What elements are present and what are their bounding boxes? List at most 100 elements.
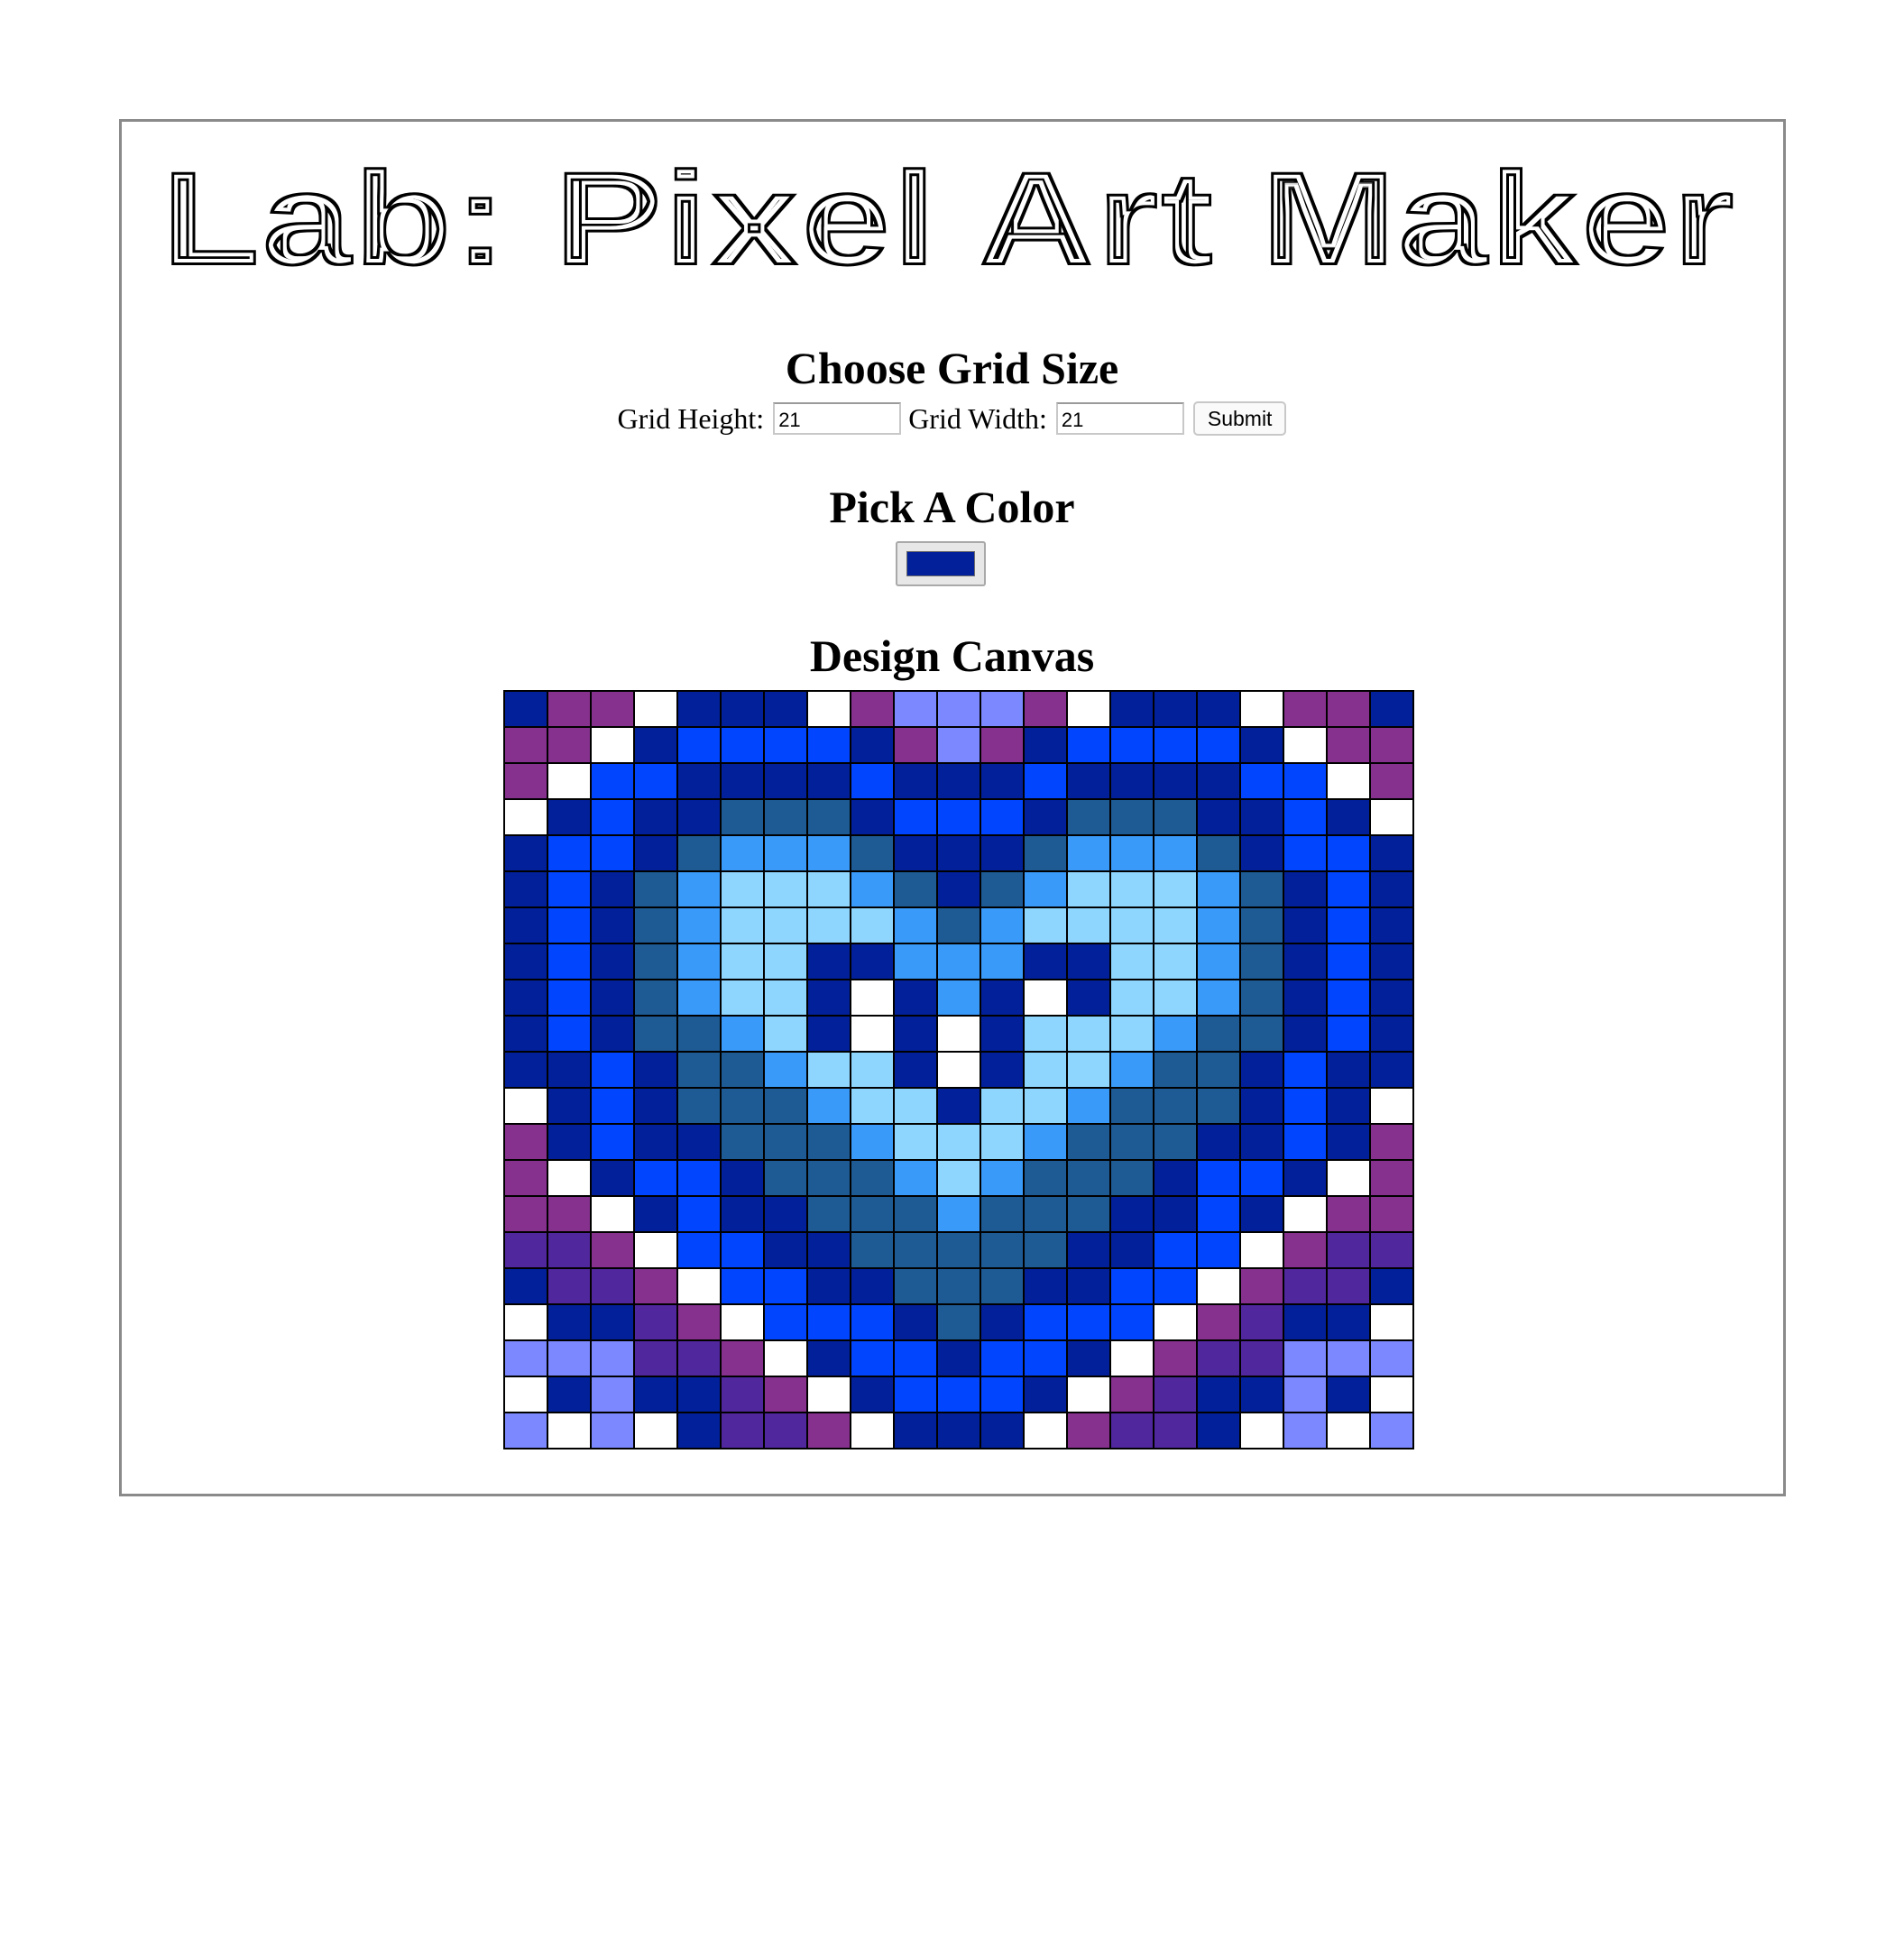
grid-cell[interactable] <box>1326 1376 1371 1413</box>
grid-cell[interactable] <box>763 979 808 1017</box>
grid-cell[interactable] <box>720 1231 765 1269</box>
grid-cell[interactable] <box>503 870 548 908</box>
grid-cell[interactable] <box>503 1231 548 1269</box>
grid-cell[interactable] <box>547 834 592 872</box>
grid-cell[interactable] <box>1196 1376 1241 1413</box>
grid-cell[interactable] <box>590 1267 635 1305</box>
grid-cell[interactable] <box>1239 1231 1284 1269</box>
grid-cell[interactable] <box>850 1195 895 1233</box>
grid-cell[interactable] <box>1066 1231 1111 1269</box>
grid-cell[interactable] <box>1239 762 1284 800</box>
grid-cell[interactable] <box>1239 870 1284 908</box>
grid-cell[interactable] <box>806 834 851 872</box>
grid-cell[interactable] <box>1283 1412 1328 1449</box>
grid-cell[interactable] <box>806 1123 851 1161</box>
grid-cell[interactable] <box>1369 870 1414 908</box>
grid-cell[interactable] <box>1109 1267 1154 1305</box>
grid-cell[interactable] <box>1066 1195 1111 1233</box>
grid-cell[interactable] <box>1153 798 1198 836</box>
color-picker[interactable] <box>896 541 986 586</box>
grid-cell[interactable] <box>1066 870 1111 908</box>
grid-cell[interactable] <box>720 1267 765 1305</box>
grid-cell[interactable] <box>547 798 592 836</box>
submit-button[interactable]: Submit <box>1192 401 1287 436</box>
grid-cell[interactable] <box>806 1303 851 1341</box>
grid-cell[interactable] <box>980 1376 1025 1413</box>
grid-cell[interactable] <box>1283 1123 1328 1161</box>
grid-cell[interactable] <box>850 1231 895 1269</box>
grid-cell[interactable] <box>676 979 722 1017</box>
grid-cell[interactable] <box>1023 1231 1068 1269</box>
grid-cell[interactable] <box>763 1267 808 1305</box>
grid-cell[interactable] <box>590 1051 635 1089</box>
grid-cell[interactable] <box>936 1015 981 1053</box>
grid-cell[interactable] <box>980 690 1025 728</box>
grid-cell[interactable] <box>893 1195 938 1233</box>
grid-cell[interactable] <box>633 690 678 728</box>
grid-cell[interactable] <box>1369 834 1414 872</box>
grid-cell[interactable] <box>980 726 1025 764</box>
grid-cell[interactable] <box>547 762 592 800</box>
grid-cell[interactable] <box>590 1123 635 1161</box>
grid-cell[interactable] <box>676 1339 722 1377</box>
grid-cell[interactable] <box>1066 1123 1111 1161</box>
grid-cell[interactable] <box>1283 1339 1328 1377</box>
grid-cell[interactable] <box>936 690 981 728</box>
grid-cell[interactable] <box>503 906 548 944</box>
grid-cell[interactable] <box>1326 1123 1371 1161</box>
grid-cell[interactable] <box>503 690 548 728</box>
grid-cell[interactable] <box>980 1015 1025 1053</box>
grid-cell[interactable] <box>1239 1051 1284 1089</box>
grid-cell[interactable] <box>1153 1267 1198 1305</box>
grid-cell[interactable] <box>1153 1231 1198 1269</box>
grid-cell[interactable] <box>893 870 938 908</box>
grid-cell[interactable] <box>590 690 635 728</box>
grid-cell[interactable] <box>1196 1159 1241 1197</box>
grid-cell[interactable] <box>850 798 895 836</box>
grid-cell[interactable] <box>633 798 678 836</box>
grid-cell[interactable] <box>936 943 981 980</box>
grid-cell[interactable] <box>1326 1159 1371 1197</box>
grid-cell[interactable] <box>936 726 981 764</box>
grid-cell[interactable] <box>1023 1159 1068 1197</box>
grid-cell[interactable] <box>1109 1376 1154 1413</box>
grid-cell[interactable] <box>850 1376 895 1413</box>
grid-cell[interactable] <box>547 1015 592 1053</box>
grid-cell[interactable] <box>1369 1015 1414 1053</box>
grid-cell[interactable] <box>1023 1412 1068 1449</box>
grid-cell[interactable] <box>850 726 895 764</box>
grid-cell[interactable] <box>590 1231 635 1269</box>
grid-cell[interactable] <box>1326 798 1371 836</box>
grid-cell[interactable] <box>1066 798 1111 836</box>
grid-cell[interactable] <box>1283 1303 1328 1341</box>
grid-cell[interactable] <box>720 979 765 1017</box>
grid-cell[interactable] <box>720 1376 765 1413</box>
grid-cell[interactable] <box>1283 906 1328 944</box>
grid-cell[interactable] <box>590 1339 635 1377</box>
grid-cell[interactable] <box>1369 943 1414 980</box>
grid-cell[interactable] <box>1326 906 1371 944</box>
grid-cell[interactable] <box>936 1231 981 1269</box>
grid-cell[interactable] <box>1023 1303 1068 1341</box>
grid-cell[interactable] <box>893 906 938 944</box>
grid-cell[interactable] <box>1283 798 1328 836</box>
grid-cell[interactable] <box>503 1123 548 1161</box>
grid-cell[interactable] <box>980 798 1025 836</box>
grid-cell[interactable] <box>1066 762 1111 800</box>
grid-cell[interactable] <box>1109 943 1154 980</box>
grid-cell[interactable] <box>850 1159 895 1197</box>
grid-cell[interactable] <box>1109 1051 1154 1089</box>
grid-cell[interactable] <box>676 1412 722 1449</box>
grid-cell[interactable] <box>850 690 895 728</box>
grid-cell[interactable] <box>850 943 895 980</box>
grid-cell[interactable] <box>1023 1376 1068 1413</box>
grid-cell[interactable] <box>1369 1267 1414 1305</box>
grid-cell[interactable] <box>850 762 895 800</box>
grid-cell[interactable] <box>503 1159 548 1197</box>
grid-cell[interactable] <box>980 1339 1025 1377</box>
grid-cell[interactable] <box>1153 1159 1198 1197</box>
grid-cell[interactable] <box>633 1303 678 1341</box>
grid-cell[interactable] <box>806 1376 851 1413</box>
grid-cell[interactable] <box>1326 979 1371 1017</box>
grid-cell[interactable] <box>1239 1267 1284 1305</box>
